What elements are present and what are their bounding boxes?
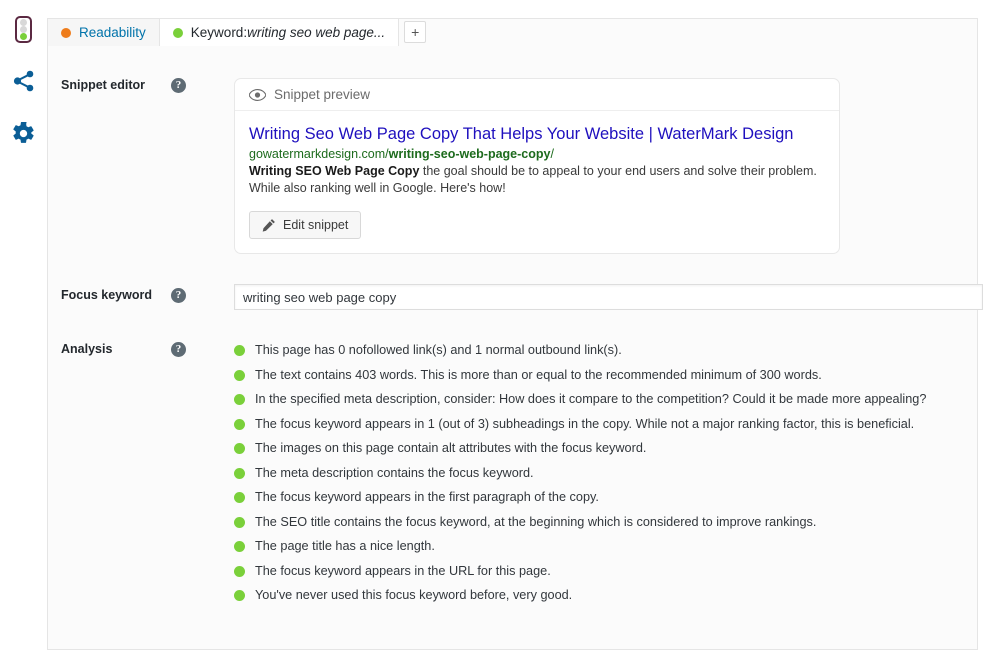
- tab-keyword[interactable]: Keyword: writing seo web page...: [158, 18, 400, 46]
- analysis-result-item: The images on this page contain alt attr…: [234, 440, 944, 457]
- analysis-result-text: The images on this page contain alt attr…: [255, 441, 647, 455]
- analysis-score-dot-icon: [234, 394, 245, 405]
- analysis-result-text: The focus keyword appears in 1 (out of 3…: [255, 416, 915, 431]
- analysis-result-item: In the specified meta description, consi…: [234, 391, 944, 408]
- gear-icon: [13, 121, 34, 143]
- snippet-url-domain: gowatermarkdesign.com/: [249, 147, 389, 161]
- pencil-icon: [262, 218, 276, 232]
- analysis-result-item: The text contains 403 words. This is mor…: [234, 367, 944, 384]
- snippet-description-bold: Writing SEO Web Page Copy: [249, 164, 420, 178]
- analysis-result-item: This page has 0 nofollowed link(s) and 1…: [234, 342, 944, 359]
- analysis-result-item: The page title has a nice length.: [234, 538, 944, 555]
- share-icon: [13, 70, 33, 92]
- sidebar-item-share[interactable]: [9, 66, 39, 96]
- snippet-preview-body: Writing Seo Web Page Copy That Helps You…: [235, 111, 839, 253]
- analysis-score-dot-icon: [234, 345, 245, 356]
- keyword-score-dot-icon: [172, 27, 183, 38]
- analysis-score-dot-icon: [234, 369, 245, 381]
- analysis-result-text: In the specified meta description, consi…: [255, 392, 927, 406]
- analysis-result-text: The page title has a nice length.: [255, 539, 435, 553]
- snippet-preview-header: Snippet preview: [235, 79, 839, 111]
- analysis-result-text: The text contains 403 words. This is mor…: [255, 367, 822, 382]
- analysis-result-text: The focus keyword appears in the URL for…: [255, 563, 551, 578]
- sidebar-item-settings[interactable]: [9, 118, 39, 148]
- snippet-url-slug: writing-seo-web-page-copy: [388, 147, 551, 161]
- analysis-result-text: This page has 0 nofollowed link(s) and 1…: [255, 343, 622, 357]
- sidebar-icon-rail: [0, 0, 47, 663]
- focus-keyword-label: Focus keyword: [61, 288, 152, 302]
- snippet-url: gowatermarkdesign.com/writing-seo-web-pa…: [249, 146, 825, 162]
- analysis-result-text: The meta description contains the focus …: [255, 465, 534, 480]
- traffic-light-dot-green: [20, 32, 27, 40]
- analysis-row: Analysis ? This page has 0 nofollowed li…: [47, 342, 944, 612]
- analysis-score-dot-icon: [234, 492, 245, 503]
- analysis-result-item: The focus keyword appears in the first p…: [234, 489, 944, 506]
- metabox-tab-bar: Readability Keyword: writing seo web pag…: [47, 18, 427, 46]
- add-keyword-tab-button[interactable]: +: [404, 21, 427, 43]
- edit-snippet-label: Edit snippet: [283, 218, 349, 232]
- analysis-result-text: You've never used this focus keyword bef…: [255, 588, 573, 602]
- traffic-light-dot-red: [20, 18, 27, 26]
- snippet-editor-help-icon[interactable]: ?: [171, 78, 186, 93]
- tab-readability-label: Readability: [79, 25, 146, 40]
- traffic-light-dot-amber: [20, 25, 27, 33]
- tab-keyword-value: writing seo web page...: [247, 25, 386, 40]
- analysis-label: Analysis: [61, 342, 113, 356]
- tab-keyword-prefix: Keyword:: [190, 25, 248, 40]
- analysis-result-item: You've never used this focus keyword bef…: [234, 587, 944, 604]
- analysis-score-dot-icon: [234, 590, 245, 601]
- analysis-result-item: The meta description contains the focus …: [234, 465, 944, 482]
- analysis-score-dot-icon: [234, 418, 245, 430]
- snippet-title[interactable]: Writing Seo Web Page Copy That Helps You…: [249, 124, 825, 144]
- analysis-result-list: This page has 0 nofollowed link(s) and 1…: [234, 342, 944, 612]
- analysis-score-dot-icon: [234, 541, 245, 552]
- analysis-help-icon[interactable]: ?: [171, 342, 186, 357]
- analysis-result-text: The focus keyword appears in the first p…: [255, 490, 599, 504]
- readability-score-dot-icon: [61, 27, 71, 38]
- edit-snippet-button[interactable]: Edit snippet: [249, 211, 362, 239]
- focus-keyword-help-icon[interactable]: ?: [171, 288, 186, 303]
- traffic-light-icon: [15, 15, 32, 43]
- focus-keyword-input[interactable]: [234, 284, 983, 310]
- snippet-description: Writing SEO Web Page Copy the goal shoul…: [249, 163, 819, 197]
- focus-keyword-row: Focus keyword ?: [47, 284, 983, 310]
- snippet-editor-label: Snippet editor: [61, 78, 146, 92]
- analysis-score-dot-icon: [234, 443, 245, 454]
- tab-readability[interactable]: Readability: [47, 18, 160, 46]
- snippet-editor-row: Snippet editor ? Snippet preview Writing…: [47, 78, 840, 254]
- analysis-result-item: The SEO title contains the focus keyword…: [234, 514, 944, 531]
- analysis-score-dot-icon: [234, 516, 245, 528]
- snippet-url-trailing: /: [550, 147, 554, 161]
- snippet-preview-header-label: Snippet preview: [274, 87, 371, 102]
- analysis-result-item: The focus keyword appears in 1 (out of 3…: [234, 416, 944, 433]
- analysis-score-dot-icon: [234, 565, 245, 577]
- analysis-score-dot-icon: [234, 467, 245, 479]
- analysis-result-text: The SEO title contains the focus keyword…: [255, 514, 817, 529]
- eye-icon: [249, 88, 266, 101]
- sidebar-item-seo-score[interactable]: [9, 14, 39, 44]
- analysis-result-item: The focus keyword appears in the URL for…: [234, 563, 944, 580]
- snippet-preview-box: Snippet preview Writing Seo Web Page Cop…: [234, 78, 840, 254]
